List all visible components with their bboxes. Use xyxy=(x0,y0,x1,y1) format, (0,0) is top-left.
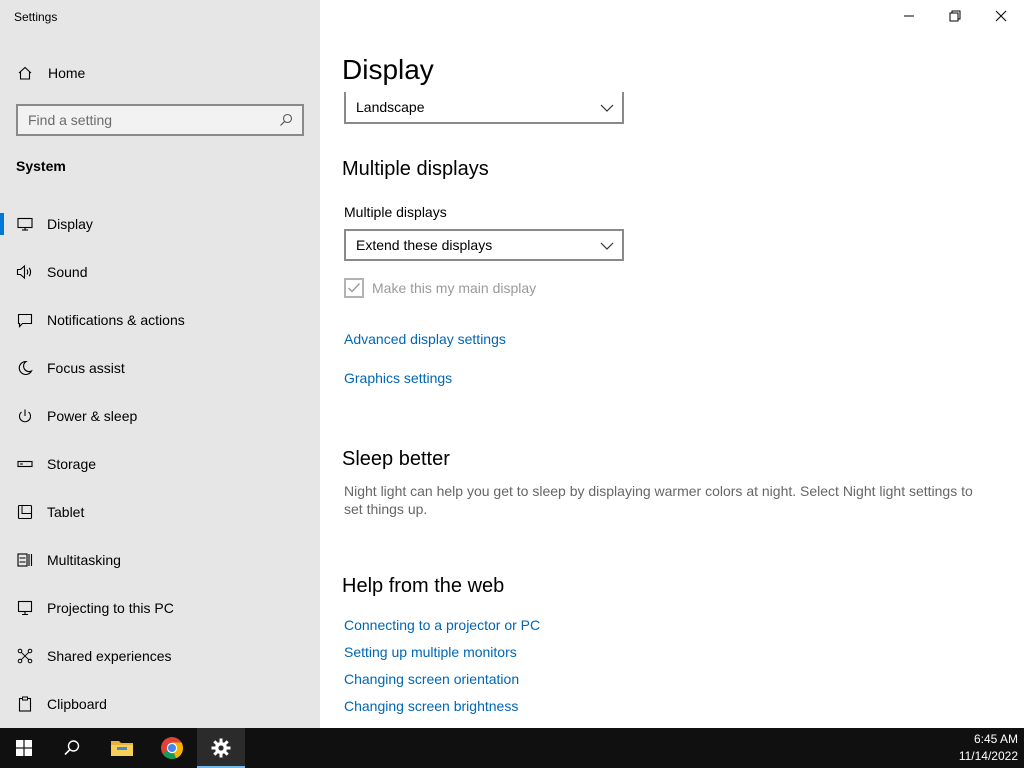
sidebar-item-sound[interactable]: Sound xyxy=(0,248,320,296)
home-label: Home xyxy=(48,65,86,81)
page-title: Display xyxy=(342,54,434,85)
sidebar-item-label: Storage xyxy=(47,456,97,472)
sidebar-item-clipboard[interactable]: Clipboard xyxy=(0,680,320,728)
restore-icon[interactable] xyxy=(932,0,978,32)
main-display-checkbox-row: Make this my main display xyxy=(344,278,536,298)
search-input[interactable] xyxy=(28,112,278,128)
speaker-icon xyxy=(16,263,34,281)
orientation-dropdown[interactable]: Landscape xyxy=(344,92,624,124)
help-link-screen-orientation[interactable]: Changing screen orientation xyxy=(344,671,519,687)
sidebar-item-notifications[interactable]: Notifications & actions xyxy=(0,296,320,344)
sidebar-item-tablet[interactable]: Tablet xyxy=(0,488,320,536)
checkmark-icon xyxy=(348,283,361,293)
sleep-better-heading: Sleep better xyxy=(342,448,450,470)
settings-icon[interactable] xyxy=(197,728,245,768)
help-link-projector[interactable]: Connecting to a projector or PC xyxy=(344,617,540,633)
sidebar-item-focus-assist[interactable]: Focus assist xyxy=(0,344,320,392)
file-explorer-icon[interactable] xyxy=(98,728,146,768)
sidebar-item-label: Shared experiences xyxy=(47,648,172,664)
sidebar-item-projecting[interactable]: Projecting to this PC xyxy=(0,584,320,632)
tablet-icon xyxy=(16,503,34,521)
sidebar-item-multitasking[interactable]: Multitasking xyxy=(0,536,320,584)
multiple-displays-dropdown[interactable]: Extend these displays xyxy=(344,229,624,261)
sleep-better-description: Night light can help you get to sleep by… xyxy=(344,483,973,517)
moon-icon xyxy=(16,359,34,377)
sidebar-item-label: Clipboard xyxy=(47,696,107,712)
orientation-value: Landscape xyxy=(356,99,425,115)
sidebar-item-label: Projecting to this PC xyxy=(47,600,174,616)
help-link-screen-brightness[interactable]: Changing screen brightness xyxy=(344,698,518,714)
multitasking-icon xyxy=(16,551,34,569)
shared-experiences-icon xyxy=(16,647,34,665)
multiple-displays-value: Extend these displays xyxy=(356,237,493,253)
sidebar-item-label: Display xyxy=(47,216,93,232)
sidebar-item-label: Sound xyxy=(47,264,88,280)
sidebar-item-power-sleep[interactable]: Power & sleep xyxy=(0,392,320,440)
section-label: System xyxy=(16,158,66,174)
multiple-displays-label: Multiple displays xyxy=(344,204,447,220)
minimize-icon[interactable] xyxy=(886,0,932,32)
projecting-icon xyxy=(16,599,34,617)
taskbar: 6:45 AM 11/14/2022 xyxy=(0,728,1024,768)
sidebar-nav: Display Sound Notifications & actions Fo… xyxy=(0,200,320,728)
storage-icon xyxy=(16,455,34,473)
chevron-down-icon xyxy=(600,99,614,115)
sidebar-item-label: Multitasking xyxy=(47,552,121,568)
power-icon xyxy=(16,407,34,425)
home-icon xyxy=(16,64,34,82)
sidebar-item-label: Power & sleep xyxy=(47,408,138,424)
app-title: Settings xyxy=(14,10,58,24)
sidebar-item-shared-experiences[interactable]: Shared experiences xyxy=(0,632,320,680)
sidebar-item-display[interactable]: Display xyxy=(0,200,320,248)
start-icon[interactable] xyxy=(0,728,48,768)
sidebar: Settings Home System Display Sound xyxy=(0,0,320,728)
sidebar-item-label: Notifications & actions xyxy=(47,312,185,328)
sidebar-item-label: Tablet xyxy=(47,504,85,520)
monitor-icon xyxy=(16,215,34,233)
search-box[interactable] xyxy=(16,104,304,136)
graphics-settings-link[interactable]: Graphics settings xyxy=(344,370,452,386)
chrome-icon[interactable] xyxy=(148,728,196,768)
main-panel: Display Landscape Multiple displays Mult… xyxy=(320,0,1024,728)
help-link-multiple-monitors[interactable]: Setting up multiple monitors xyxy=(344,644,517,660)
sidebar-item-storage[interactable]: Storage xyxy=(0,440,320,488)
notification-icon xyxy=(16,311,34,329)
main-display-checkbox[interactable] xyxy=(344,278,364,298)
search-icon[interactable] xyxy=(278,112,294,128)
chevron-down-icon xyxy=(600,237,614,253)
close-icon[interactable] xyxy=(978,0,1024,32)
multiple-displays-heading: Multiple displays xyxy=(342,158,489,180)
main-display-checkbox-label: Make this my main display xyxy=(372,280,537,296)
sidebar-item-label: Focus assist xyxy=(47,360,125,376)
advanced-display-settings-link[interactable]: Advanced display settings xyxy=(344,331,506,347)
system-clock[interactable]: 6:45 AM 11/14/2022 xyxy=(959,731,1018,765)
help-from-web-heading: Help from the web xyxy=(342,575,505,597)
clipboard-icon xyxy=(16,695,34,713)
home-nav-item[interactable]: Home xyxy=(0,56,320,90)
clock-date: 11/14/2022 xyxy=(958,749,1018,763)
search-icon[interactable] xyxy=(48,728,96,768)
clock-time: 6:45 AM xyxy=(973,732,1018,746)
